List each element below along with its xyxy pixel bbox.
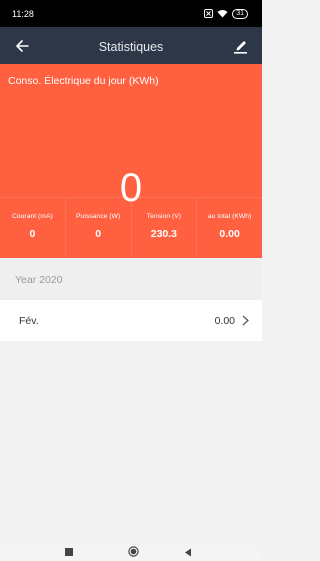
stat-value: 0.00 [219,228,240,240]
status-icons: 31 [204,8,248,19]
app-bar: Statistiques [0,27,262,64]
stat-label: Courant (mA) [11,213,53,220]
month-name: Fév. [19,314,39,327]
year-header: Year 2020 [0,258,262,300]
page-title: Statistiques [98,39,164,54]
stat-label: Puissance (W) [76,213,121,220]
back-arrow-icon[interactable] [12,36,32,56]
stat-current: Courant (mA) 0 [0,198,66,258]
stat-value: 230.3 [150,228,178,240]
stats-row: Courant (mA) 0 Puissance (W) 0 Tension (… [0,197,262,258]
list-item-month[interactable]: Fév. 0.00 [0,300,262,341]
system-nav-bar [0,545,262,561]
edit-icon[interactable] [230,35,250,55]
month-value-group: 0.00 [215,315,250,327]
nav-back-triangle-icon[interactable] [184,548,192,557]
stat-label: au total (KWh) [207,213,252,220]
nav-circle-icon[interactable] [128,546,139,557]
stat-power: Puissance (W) 0 [66,198,132,258]
stat-total: au total (KWh) 0.00 [197,198,262,258]
daily-consumption-label: Conso. Électrique du jour (KWh) [8,75,159,87]
stat-value: 0 [95,228,102,240]
stat-voltage: Tension (V) 230.3 [132,198,198,258]
month-value: 0.00 [214,314,235,327]
status-time: 11:28 [12,8,34,19]
nav-square-icon[interactable] [65,548,73,556]
stat-label: Tension (V) [146,213,182,220]
stat-value: 0 [29,228,36,240]
wifi-icon [217,10,228,18]
chevron-right-icon [242,315,249,326]
status-bar: 11:28 31 [0,0,262,27]
battery-icon: 31 [232,8,248,19]
notification-icon [204,9,214,18]
